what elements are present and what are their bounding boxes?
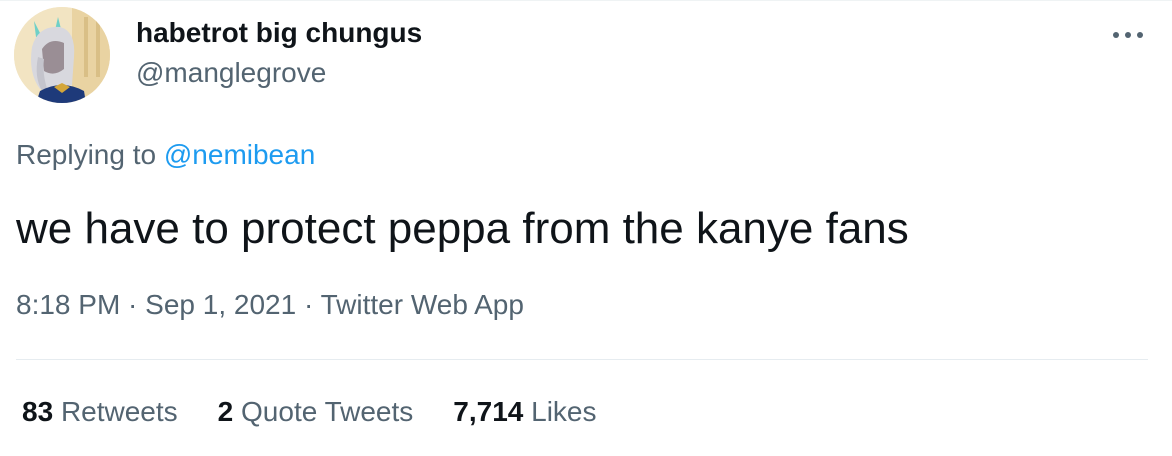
tweet-date[interactable]: Sep 1, 2021 [145, 289, 296, 320]
avatar-image [14, 7, 110, 103]
display-name[interactable]: habetrot big chungus [136, 16, 422, 50]
replying-to-label: Replying to [16, 139, 157, 170]
tweet-metadata: 8:18 PM · Sep 1, 2021 · Twitter Web App [16, 288, 524, 322]
meta-separator: · [296, 289, 321, 320]
likes-count: 7,714 [453, 396, 524, 427]
stats-divider [16, 359, 1148, 360]
quote-tweets-count: 2 [217, 396, 234, 427]
retweets-stat[interactable]: 83 Retweets [22, 395, 178, 429]
avatar[interactable] [14, 7, 110, 103]
retweets-label: Retweets [60, 396, 178, 427]
quote-tweets-label: Quote Tweets [241, 396, 414, 427]
top-divider [0, 0, 1172, 1]
tweet-text: we have to protect peppa from the kanye … [16, 204, 909, 253]
reply-mention-link[interactable]: @nemibean [164, 139, 315, 170]
replying-to-line: Replying to @nemibean [16, 138, 315, 172]
user-handle[interactable]: @manglegrove [136, 56, 326, 90]
likes-stat[interactable]: 7,714 Likes [453, 395, 596, 429]
more-horizontal-icon [1113, 32, 1143, 38]
quote-tweets-stat[interactable]: 2 Quote Tweets [218, 395, 414, 429]
more-options-button[interactable] [1106, 20, 1150, 50]
meta-separator: · [120, 289, 146, 320]
tweet-source[interactable]: Twitter Web App [321, 289, 524, 320]
engagement-stats: 83 Retweets 2 Quote Tweets 7,714 Likes [22, 395, 597, 429]
tweet-time[interactable]: 8:18 PM [16, 289, 120, 320]
retweets-count: 83 [22, 396, 54, 427]
likes-label: Likes [531, 396, 597, 427]
